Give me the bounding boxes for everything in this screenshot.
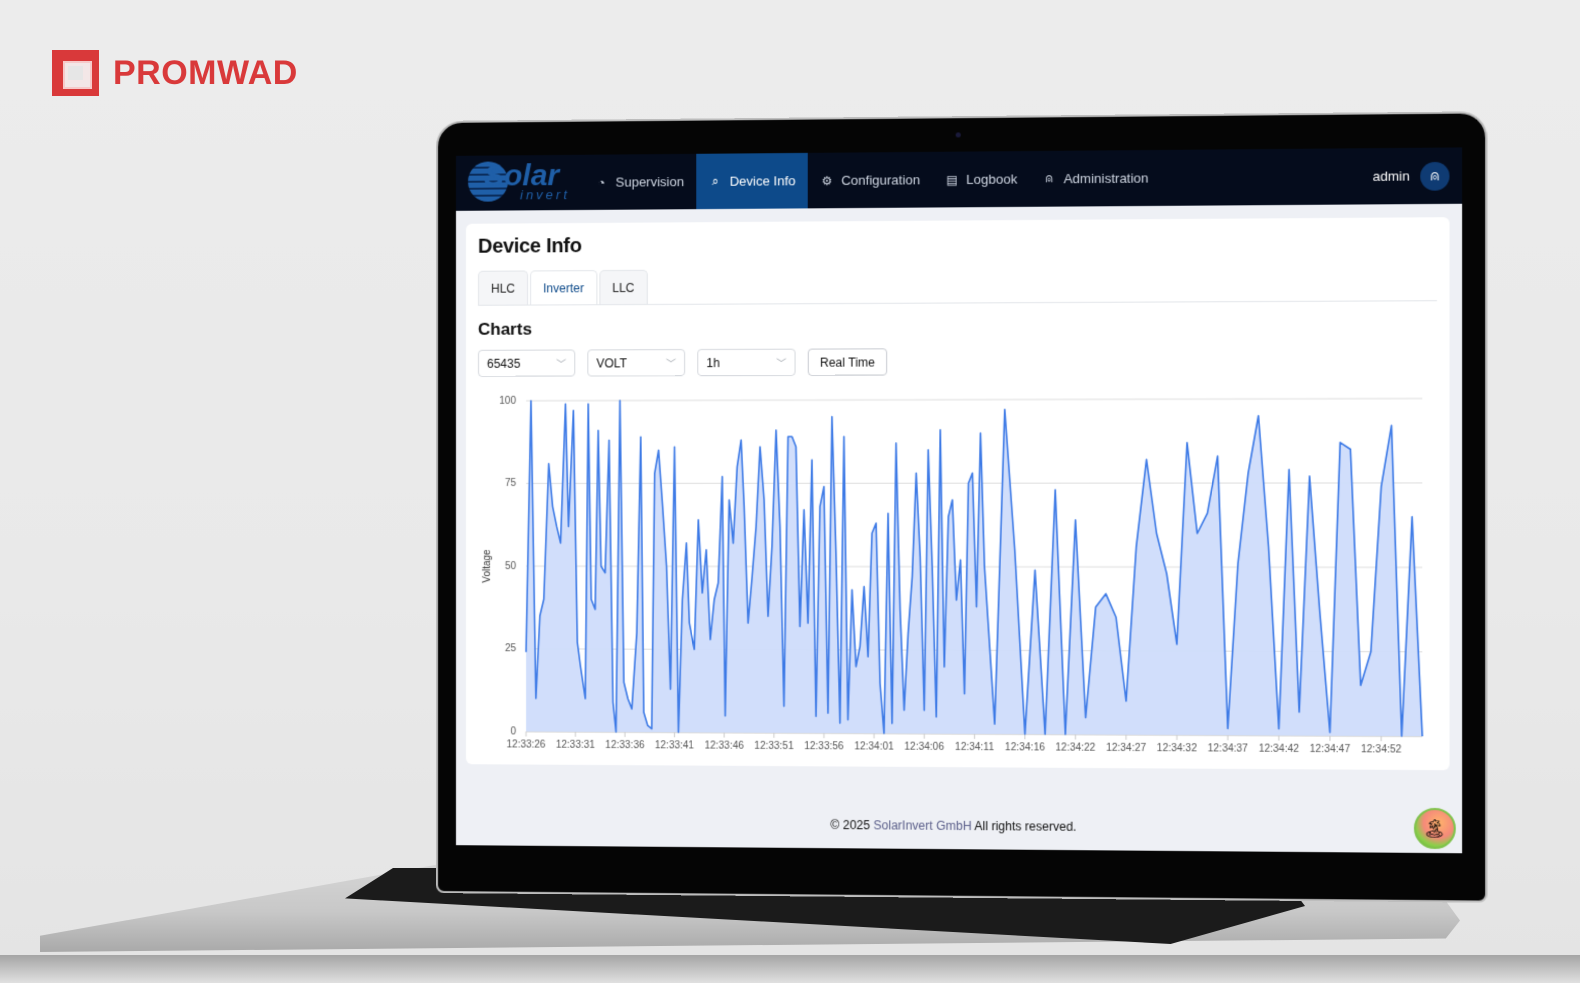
x-tick-label: 12:33:31 (556, 740, 596, 751)
username: admin (1372, 168, 1410, 184)
camera-icon (955, 132, 961, 138)
app-screen: Solar invert ◔ Supervision ⌕ Device Info ⚙ Co… (455, 147, 1463, 854)
x-tick-label: 12:34:32 (1157, 743, 1198, 754)
x-tick-label: 12:34:52 (1361, 744, 1402, 755)
x-tick-label: 12:34:01 (854, 741, 894, 752)
nav-item-administration[interactable]: ⍝ Administration (1030, 150, 1161, 207)
device-select[interactable]: 65435 ﹀ (477, 349, 576, 377)
x-tick-label: 12:34:16 (1005, 742, 1045, 753)
y-tick-label: 25 (505, 644, 517, 655)
range-select-value: 1h (706, 355, 720, 370)
user-icon: ⍝ (1045, 171, 1053, 186)
laptop-lid: Solar invert ◔ Supervision ⌕ Device Info ⚙ Co… (436, 111, 1488, 903)
nav-item-label: Supervision (615, 174, 685, 190)
chart-controls: 65435 ﹀ VOLT ﹀ 1h ﹀ Real Time (477, 346, 1437, 377)
x-tick-label: 12:34:22 (1055, 742, 1095, 753)
gauge-icon: ◔ (597, 175, 606, 190)
nav-item-label: Device Info (729, 173, 796, 189)
y-tick-label: 0 (510, 726, 516, 737)
series-area-voltage (526, 398, 1423, 737)
top-navbar: Solar invert ◔ Supervision ⌕ Device Info ⚙ Co… (455, 147, 1463, 211)
x-tick-label: 12:34:11 (955, 742, 995, 753)
metric-select[interactable]: VOLT ﹀ (587, 349, 686, 377)
y-axis-title: Voltage (482, 549, 493, 583)
voltage-chart: 0 25 50 75 100 Voltage 12:33:26 12:33:31 12:33:3… (478, 388, 1437, 787)
tab-hlc[interactable]: HLC (477, 270, 529, 305)
logbook-icon: ▤ (946, 172, 958, 187)
solarinvert-logo[interactable]: Solar invert (462, 155, 582, 211)
footer-copyright: © 2025 (830, 817, 874, 833)
x-tick-label: 12:34:06 (904, 742, 944, 753)
tab-llc[interactable]: LLC (599, 269, 648, 305)
search-icon: ⌕ (711, 173, 719, 188)
nav-item-configuration[interactable]: ⚙ Configuration (808, 152, 933, 209)
nav-menu: ◔ Supervision ⌕ Device Info ⚙ Configuration ▤ L… (582, 150, 1161, 210)
x-tick-label: 12:34:37 (1208, 743, 1249, 754)
x-tick-label: 12:33:41 (655, 740, 695, 751)
nav-item-device-info[interactable]: ⌕ Device Info (696, 152, 808, 210)
x-tick-label: 12:34:27 (1106, 743, 1147, 754)
range-select[interactable]: 1h ﹀ (697, 348, 796, 377)
chevron-down-icon: ﹀ (556, 359, 567, 371)
device-info-card: Device Info HLC Inverter LLC Charts 65435 … (465, 217, 1450, 771)
x-tick-label: 12:34:47 (1310, 744, 1351, 755)
voltage-chart-svg: 0 25 50 75 100 Voltage 12:33:26 12:33:31 12:33:3… (482, 396, 1437, 756)
device-select-value: 65435 (486, 356, 521, 371)
tab-inverter[interactable]: Inverter (530, 270, 598, 305)
chevron-down-icon: ﹀ (665, 359, 677, 371)
nav-item-label: Configuration (841, 172, 921, 188)
user-menu[interactable]: admin ⍝ (1372, 161, 1462, 191)
y-tick-label: 100 (499, 396, 516, 407)
real-time-button[interactable]: Real Time (807, 348, 888, 376)
x-tick-label: 12:33:51 (754, 741, 794, 752)
promwad-chip-icon (52, 50, 99, 96)
footer-company-link[interactable]: SolarInvert GmbH (873, 818, 971, 833)
grid-line (526, 399, 1422, 401)
device-tabs: HLC Inverter LLC (477, 265, 1437, 306)
x-tick-label: 12:33:46 (705, 740, 745, 751)
promwad-brand: PROMWAD (52, 50, 298, 96)
chevron-down-icon: ﹀ (776, 358, 787, 370)
x-tick-label: 12:33:36 (605, 740, 645, 751)
x-tick-label: 12:33:56 (804, 741, 844, 752)
nav-item-supervision[interactable]: ◔ Supervision (582, 154, 696, 210)
island-badge-icon[interactable]: 🏝 (1413, 807, 1456, 850)
footer: © 2025 SolarInvert GmbH All rights reser… (456, 815, 1462, 837)
page-title: Device Info (477, 235, 582, 258)
y-tick-label: 75 (505, 478, 517, 489)
gear-icon: ⚙ (821, 173, 833, 188)
nav-item-logbook[interactable]: ▤ Logbook (932, 151, 1029, 207)
nav-item-label: Logbook (966, 171, 1018, 188)
y-tick-label: 50 (505, 561, 517, 572)
nav-item-label: Administration (1063, 170, 1149, 187)
x-tick-label: 12:33:26 (507, 739, 546, 750)
footer-rights: All rights reserved. (971, 818, 1077, 834)
promwad-wordmark: PROMWAD (113, 53, 298, 92)
logo-sub: invert (520, 186, 571, 203)
metric-select-value: VOLT (596, 355, 628, 370)
laptop-shadow (0, 955, 1580, 983)
charts-title: Charts (477, 319, 532, 339)
x-tick-label: 12:34:42 (1259, 744, 1300, 755)
avatar-user-icon[interactable]: ⍝ (1420, 161, 1450, 191)
